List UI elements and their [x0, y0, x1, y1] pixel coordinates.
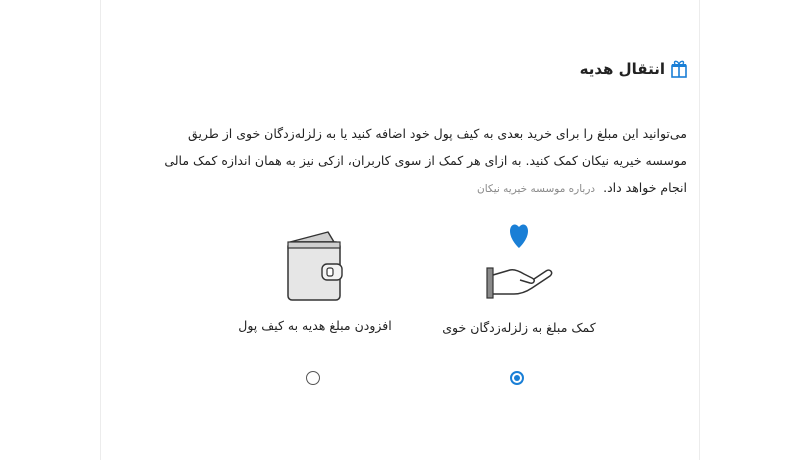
section-header: انتقال هدیه: [580, 60, 687, 78]
wallet-radio[interactable]: [306, 371, 320, 385]
page: انتقال هدیه می‌توانید این مبلغ را برای خ…: [0, 0, 800, 460]
option-wallet-label: افزودن مبلغ هدیه به کیف پول: [238, 318, 392, 333]
donate-radio[interactable]: [510, 371, 524, 385]
section-description: می‌توانید این مبلغ را برای خرید بعدی به …: [147, 120, 687, 203]
wallet-icon: [225, 228, 405, 304]
section-title: انتقال هدیه: [579, 60, 665, 78]
option-donate[interactable]: کمک مبلغ به زلزله‌زدگان خوی: [429, 210, 609, 335]
description-text: می‌توانید این مبلغ را برای خرید بعدی به …: [164, 126, 687, 195]
gift-icon: [671, 60, 687, 78]
option-wallet[interactable]: افزودن مبلغ هدیه به کیف پول: [225, 228, 405, 333]
gift-transfer-card: انتقال هدیه می‌توانید این مبلغ را برای خ…: [100, 0, 700, 460]
about-charity-link[interactable]: درباره موسسه خیریه نیکان: [477, 183, 595, 195]
heart-hand-icon: [429, 210, 609, 306]
option-donate-label: کمک مبلغ به زلزله‌زدگان خوی: [442, 320, 596, 335]
